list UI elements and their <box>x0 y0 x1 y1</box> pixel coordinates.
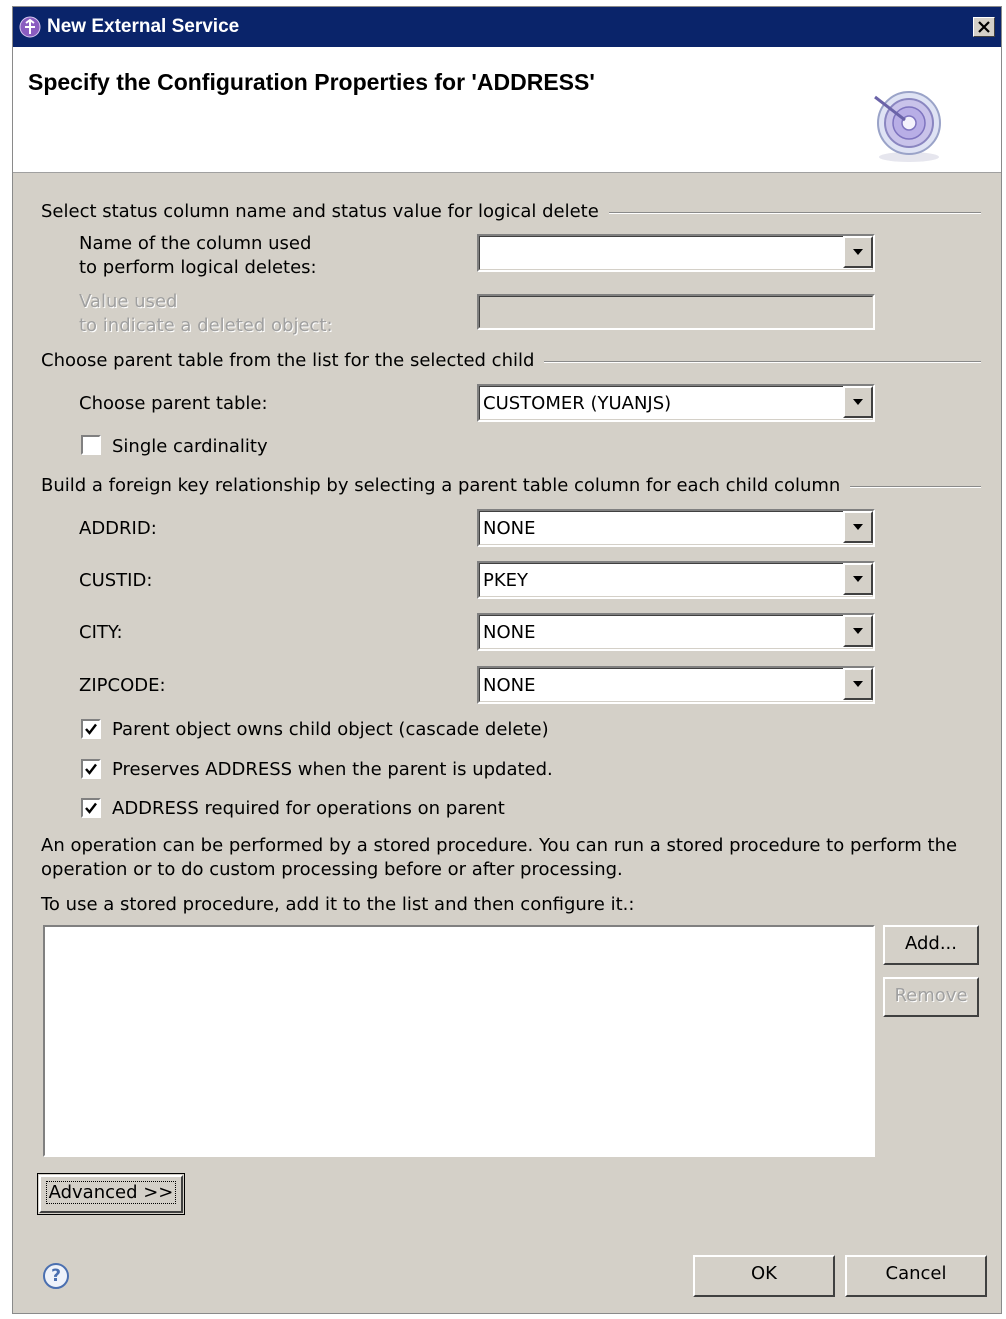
parent-table-section-title: Choose parent table from the list for th… <box>41 350 545 371</box>
fk-zipcode-dropdown-button[interactable] <box>843 668 873 700</box>
title-bar[interactable]: New External Service <box>13 7 1001 47</box>
fk-row-value: PKEY <box>483 570 529 591</box>
wizard-banner-icon <box>874 91 941 162</box>
delete-column-combo[interactable] <box>477 234 875 272</box>
fk-city-dropdown-button[interactable] <box>843 615 873 647</box>
advanced-button[interactable]: Advanced >> <box>37 1173 185 1215</box>
chevron-down-icon <box>853 628 863 634</box>
page-title: Specify the Configuration Properties for… <box>28 69 595 95</box>
parent-table-dropdown-button[interactable] <box>843 386 873 418</box>
close-icon <box>978 21 990 33</box>
logical-delete-section: Select status column name and status val… <box>41 200 981 224</box>
foreign-key-section: Build a foreign key relationship by sele… <box>41 474 981 498</box>
checkmark-icon <box>85 723 97 735</box>
fk-zipcode-combo[interactable]: NONE <box>477 666 875 704</box>
stored-procedure-description-line2: operation or to do custom processing bef… <box>41 859 623 880</box>
fk-row-label: ADDRID: <box>79 518 157 539</box>
fk-row-value: NONE <box>483 622 536 643</box>
fk-addrid-combo[interactable]: NONE <box>477 509 875 547</box>
chevron-down-icon <box>853 576 863 582</box>
cascade-delete-label: Parent object owns child object (cascade… <box>112 719 549 740</box>
fk-custid-combo[interactable]: PKEY <box>477 561 875 599</box>
close-button[interactable] <box>973 17 995 37</box>
fk-row-value: NONE <box>483 675 536 696</box>
delete-column-dropdown-button[interactable] <box>843 236 873 268</box>
chevron-down-icon <box>853 249 863 255</box>
parent-table-section: Choose parent table from the list for th… <box>41 349 981 373</box>
ok-button[interactable]: OK <box>693 1255 835 1297</box>
delete-column-label-line1: Name of the column used <box>79 233 312 254</box>
delete-column-label-line2: to perform logical deletes: <box>79 257 317 278</box>
parent-table-value: CUSTOMER (YUANJS) <box>483 393 672 414</box>
deleted-value-field[interactable] <box>477 294 875 330</box>
deleted-value-label-line1: Value used <box>79 291 178 312</box>
checkmark-icon <box>85 763 97 775</box>
add-button[interactable]: Add... <box>883 925 979 965</box>
address-required-checkbox[interactable] <box>81 798 101 818</box>
chevron-down-icon <box>853 524 863 530</box>
parent-table-combo[interactable]: CUSTOMER (YUANJS) <box>477 384 875 422</box>
address-required-label: ADDRESS required for operations on paren… <box>112 798 505 819</box>
window-title: New External Service <box>47 16 240 37</box>
stored-procedure-instruction: To use a stored procedure, add it to the… <box>41 894 635 915</box>
remove-button[interactable]: Remove <box>883 977 979 1017</box>
fk-city-combo[interactable]: NONE <box>477 613 875 651</box>
chevron-down-icon <box>853 681 863 687</box>
single-cardinality-checkbox[interactable] <box>81 435 101 455</box>
checkmark-icon <box>85 802 97 814</box>
preserve-address-label: Preserves ADDRESS when the parent is upd… <box>112 759 553 780</box>
wizard-header: Specify the Configuration Properties for… <box>13 47 1001 173</box>
fk-row-label: ZIPCODE: <box>79 675 166 696</box>
fk-row-label: CUSTID: <box>79 570 153 591</box>
preserve-address-checkbox[interactable] <box>81 759 101 779</box>
stored-procedure-list[interactable] <box>43 925 875 1157</box>
stored-procedure-description-line1: An operation can be performed by a store… <box>41 835 958 856</box>
help-icon[interactable]: ? <box>43 1263 69 1289</box>
fk-custid-dropdown-button[interactable] <box>843 563 873 595</box>
fk-addrid-dropdown-button[interactable] <box>843 511 873 543</box>
new-external-service-dialog: New External Service Specify the Configu… <box>12 6 1002 1314</box>
parent-table-label: Choose parent table: <box>79 393 268 414</box>
logical-delete-section-title: Select status column name and status val… <box>41 201 609 222</box>
single-cardinality-label: Single cardinality <box>112 436 268 457</box>
advanced-button-label: Advanced >> <box>45 1181 177 1204</box>
chevron-down-icon <box>853 399 863 405</box>
deleted-value-label-line2: to indicate a deleted object: <box>79 315 333 336</box>
foreign-key-section-title: Build a foreign key relationship by sele… <box>41 475 851 496</box>
cascade-delete-checkbox[interactable] <box>81 719 101 739</box>
app-icon <box>19 16 41 38</box>
fk-row-value: NONE <box>483 518 536 539</box>
cancel-button[interactable]: Cancel <box>845 1255 987 1297</box>
fk-row-label: CITY: <box>79 622 123 643</box>
